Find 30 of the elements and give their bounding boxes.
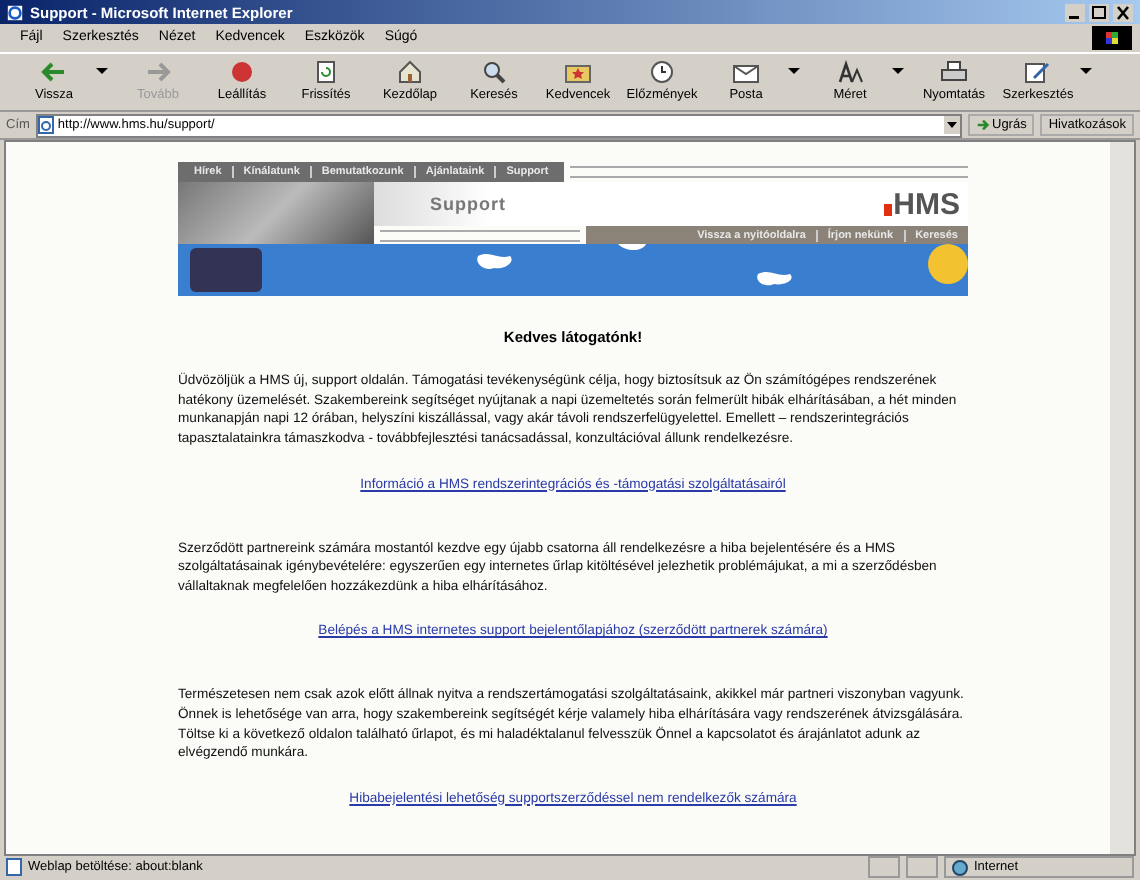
page-icon [37, 116, 54, 135]
windows-logo-icon [1090, 25, 1134, 50]
dropdown-caret-icon[interactable] [788, 67, 800, 76]
dropdown-caret-icon[interactable] [96, 67, 108, 76]
home-icon [396, 60, 424, 85]
left-arrow-icon [40, 60, 68, 85]
close-icon[interactable] [1112, 3, 1134, 22]
stop-icon [228, 60, 256, 85]
status-pane [868, 856, 900, 879]
folder-icon [564, 60, 592, 85]
dropdown-caret-icon[interactable] [892, 67, 904, 76]
dropdown-caret-icon[interactable] [944, 116, 960, 135]
search-icon [480, 60, 508, 85]
browser-icon [6, 3, 24, 22]
printer-icon [940, 60, 968, 85]
envelope-icon [732, 60, 760, 85]
right-arrow-icon [144, 60, 172, 85]
maximize-icon[interactable] [1088, 3, 1110, 22]
clock-icon [648, 60, 676, 85]
minimize-icon[interactable] [1064, 3, 1086, 22]
pencil-icon [1024, 60, 1052, 85]
font-size-icon [836, 60, 864, 85]
page-title: Support [430, 194, 506, 215]
right-arrow-icon [976, 118, 990, 133]
globe-icon [952, 859, 968, 876]
refresh-icon [312, 60, 340, 85]
status-pane [906, 856, 938, 879]
company-logo: HMS [883, 189, 960, 220]
scrollbar[interactable] [1110, 142, 1134, 854]
dropdown-caret-icon[interactable] [1080, 67, 1092, 76]
